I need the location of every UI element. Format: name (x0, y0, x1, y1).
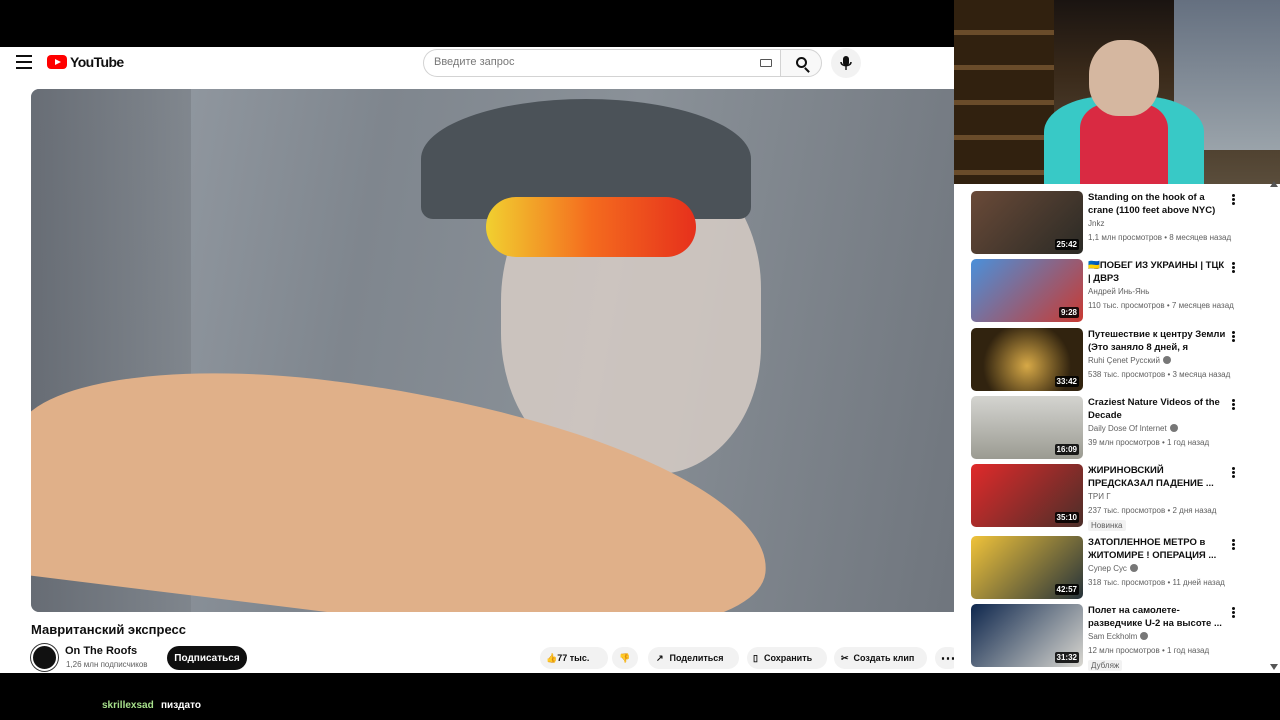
channel-avatar[interactable] (31, 644, 58, 671)
hamburger-menu-icon[interactable] (16, 55, 32, 69)
more-vertical-icon[interactable] (1232, 194, 1235, 205)
video-thumbnail[interactable]: 42:57 (971, 536, 1083, 599)
video-title[interactable]: Путешествие к центру Земли (Это заняло 8… (1088, 328, 1228, 354)
video-title[interactable]: ЗАТОПЛЕННОЕ МЕТРО в ЖИТОМИРЕ ! ОПЕРАЦИЯ … (1088, 536, 1228, 562)
recommended-video[interactable]: 25:42 Standing on the hook of a crane (1… (970, 191, 1250, 256)
subscribe-button[interactable]: Подписаться (167, 646, 247, 670)
video-title[interactable]: Полет на самолете-разведчике U-2 на высо… (1088, 604, 1228, 630)
verified-icon (1129, 564, 1138, 572)
thumbs-up-icon: 👍 (546, 652, 558, 663)
scissors-icon: ✂ (841, 652, 849, 663)
stream-chat-bar (0, 673, 1280, 720)
video-thumbnail[interactable]: 33:42 (971, 328, 1083, 391)
recommended-video[interactable]: 16:09 Craziest Nature Videos of the Deca… (970, 396, 1250, 461)
video-duration: 9:28 (1058, 307, 1079, 318)
top-black-bar (0, 0, 954, 47)
video-thumbnail[interactable]: 25:42 (971, 191, 1083, 254)
search-placeholder: Введите запрос (434, 56, 515, 68)
bookmark-icon: ▯ (753, 652, 758, 663)
video-title: Мавританский экспресс (31, 622, 186, 637)
video-meta: 39 млн просмотров • 1 год назад (1088, 438, 1210, 447)
video-meta: 237 тыс. просмотров • 2 дня назад (1088, 506, 1217, 515)
more-vertical-icon[interactable] (1232, 539, 1235, 550)
video-thumbnail[interactable]: 16:09 (971, 396, 1083, 459)
video-thumbnail[interactable]: 9:28 (971, 259, 1083, 322)
verified-icon (1140, 632, 1149, 640)
verified-icon (1162, 356, 1171, 364)
voice-search-button[interactable] (831, 48, 861, 78)
recommended-video[interactable]: 42:57 ЗАТОПЛЕННОЕ МЕТРО в ЖИТОМИРЕ ! ОПЕ… (970, 536, 1250, 601)
new-badge: Новинка (1088, 520, 1126, 531)
keyboard-icon[interactable] (760, 59, 772, 67)
video-meta: 110 тыс. просмотров • 7 месяцев назад (1088, 301, 1234, 310)
search-input[interactable]: Введите запрос (423, 49, 780, 77)
channel-name[interactable]: On The Roofs (65, 645, 137, 657)
video-duration: 35:10 (1054, 512, 1079, 523)
video-channel[interactable]: Андрей Инь-Янь (1088, 287, 1149, 296)
microphone-icon (840, 56, 852, 70)
more-vertical-icon[interactable] (1232, 262, 1235, 273)
video-meta: 318 тыс. просмотров • 11 дней назад (1088, 578, 1225, 587)
more-vertical-icon[interactable] (1232, 331, 1235, 342)
video-duration: 42:57 (1054, 584, 1079, 595)
streamer-webcam (954, 0, 1280, 184)
recommended-video[interactable]: 35:10 ЖИРИНОВСКИЙ ПРЕДСКАЗАЛ ПАДЕНИЕ ...… (970, 464, 1250, 531)
share-icon: ↗ (656, 652, 664, 663)
dubbed-badge: Дубляж (1088, 660, 1123, 671)
video-meta: 538 тыс. просмотров • 3 месяца назад (1088, 370, 1231, 379)
youtube-play-icon (47, 55, 67, 69)
video-meta: 1,1 млн просмотров • 8 месяцев назад (1088, 233, 1232, 242)
video-channel[interactable]: Ruhi Çenet Русский (1088, 356, 1171, 365)
video-duration: 25:42 (1054, 239, 1079, 250)
thumbs-down-icon: 👎 (619, 652, 631, 663)
like-count: 77 тыс. (557, 653, 590, 663)
video-meta: 12 млн просмотров • 1 год назад (1088, 646, 1210, 655)
youtube-logo[interactable]: YouTube (47, 54, 124, 70)
video-title[interactable]: 🇺🇦ПОБЕГ ИЗ УКРАИНЫ | ТЦК | ДВРЗ (1088, 259, 1228, 285)
video-channel[interactable]: ТРИ Г (1088, 492, 1111, 501)
share-label: Поделиться (669, 653, 724, 663)
video-title[interactable]: ЖИРИНОВСКИЙ ПРЕДСКАЗАЛ ПАДЕНИЕ ... (1088, 464, 1228, 490)
clip-label: Создать клип (853, 653, 915, 663)
chat-username: skrillexsad (102, 700, 154, 711)
recommended-video[interactable]: 31:32 Полет на самолете-разведчике U-2 н… (970, 604, 1250, 671)
video-duration: 16:09 (1054, 444, 1079, 455)
verified-icon (1169, 424, 1178, 432)
stream-screen: YouTube Введите запрос Мавританский эксп… (0, 0, 1280, 720)
youtube-wordmark: YouTube (70, 54, 124, 70)
more-vertical-icon[interactable] (1232, 607, 1235, 618)
youtube-header: YouTube Введите запрос (0, 47, 954, 89)
dislike-button[interactable]: 👎 (612, 647, 638, 669)
youtube-page: YouTube Введите запрос Мавританский эксп… (0, 47, 961, 673)
video-player[interactable] (31, 89, 961, 612)
video-channel[interactable]: Daily Dose Of Internet (1088, 424, 1178, 433)
video-thumbnail[interactable]: 31:32 (971, 604, 1083, 667)
save-button[interactable]: ▯ Сохранить (747, 647, 827, 669)
recommended-video[interactable]: 33:42 Путешествие к центру Земли (Это за… (970, 328, 1250, 393)
scroll-down-icon[interactable] (1270, 664, 1278, 670)
subscriber-count: 1,26 млн подписчиков (66, 660, 148, 669)
create-clip-button[interactable]: ✂ Создать клип (834, 647, 927, 669)
video-channel[interactable]: Супер Сус (1088, 564, 1138, 573)
video-channel[interactable]: Jnkz (1088, 219, 1104, 228)
more-vertical-icon[interactable] (1232, 467, 1235, 478)
save-label: Сохранить (763, 653, 813, 663)
share-button[interactable]: ↗ Поделиться (648, 647, 739, 669)
video-title[interactable]: Standing on the hook of a crane (1100 fe… (1088, 191, 1228, 217)
like-button[interactable]: 👍 77 тыс. (540, 647, 608, 669)
video-duration: 33:42 (1054, 376, 1079, 387)
search-button[interactable] (780, 49, 822, 77)
video-channel[interactable]: Sam Eckholm (1088, 632, 1149, 641)
video-thumbnail[interactable]: 35:10 (971, 464, 1083, 527)
chat-message: пиздато (161, 700, 201, 711)
video-duration: 31:32 (1054, 652, 1079, 663)
scroll-up-icon[interactable] (1270, 181, 1278, 187)
video-title[interactable]: Craziest Nature Videos of the Decade (1088, 396, 1228, 422)
recommended-video[interactable]: 9:28 🇺🇦ПОБЕГ ИЗ УКРАИНЫ | ТЦК | ДВРЗ Анд… (970, 259, 1250, 324)
more-vertical-icon[interactable] (1232, 399, 1235, 410)
